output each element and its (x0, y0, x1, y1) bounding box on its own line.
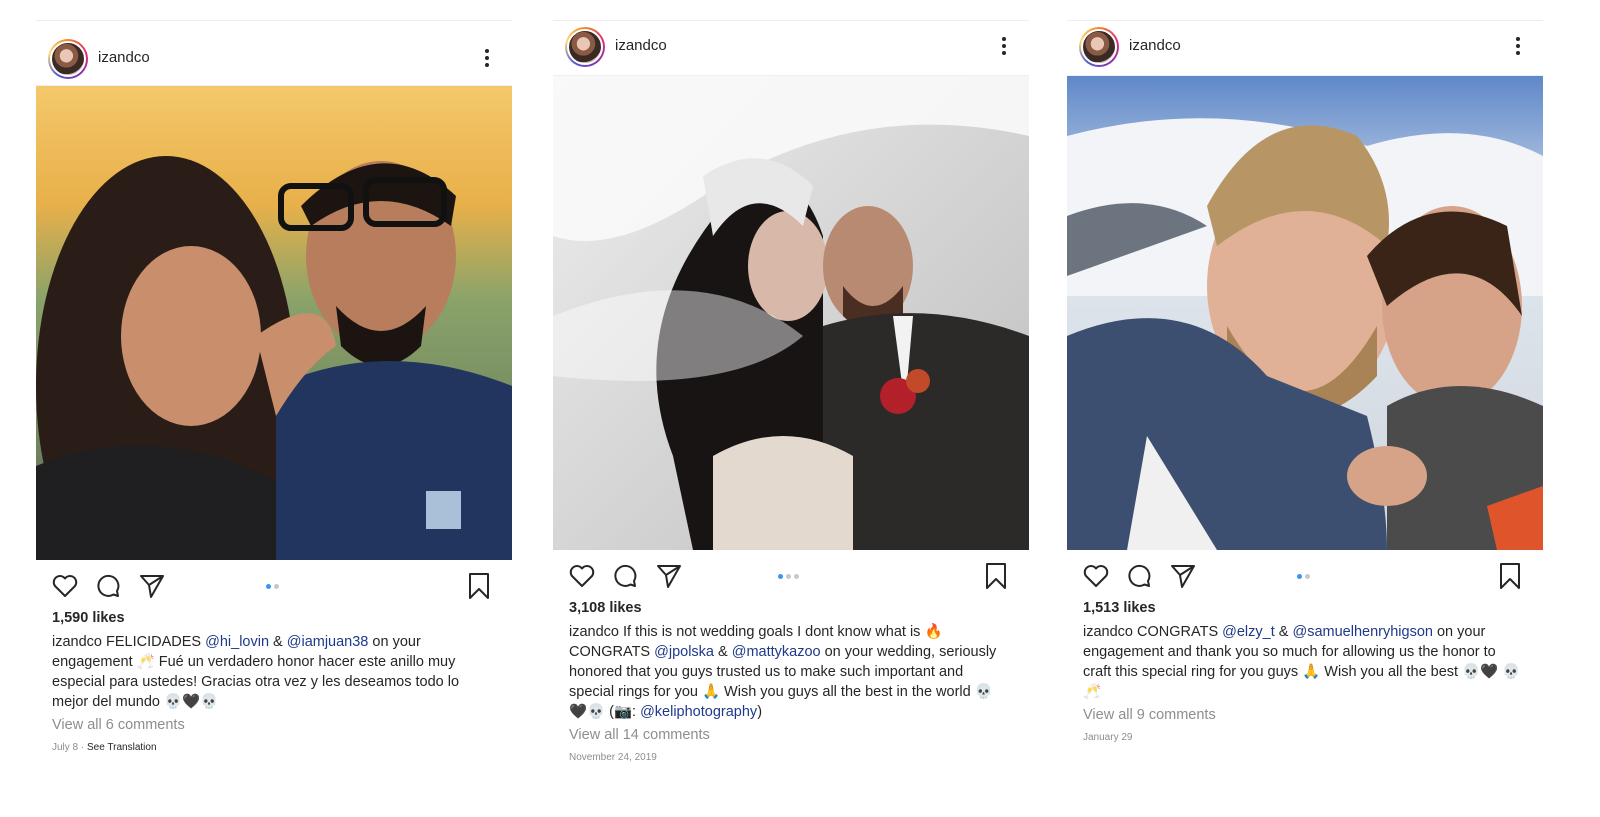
post-timestamp: November 24, 2019 (569, 752, 657, 763)
heart-icon[interactable] (1082, 562, 1110, 590)
post-header: izandco (553, 22, 1029, 76)
top-divider (1067, 20, 1543, 21)
carousel-indicator (778, 574, 799, 579)
top-divider (36, 20, 512, 21)
avatar-image (1081, 29, 1117, 65)
carousel-indicator (1297, 574, 1310, 579)
carousel-dot-active (1297, 574, 1302, 579)
likes-count[interactable]: 1,590 likes (52, 610, 125, 626)
more-options-icon[interactable] (1515, 37, 1521, 57)
caption-text: FELICIDADES (106, 634, 206, 650)
likes-count[interactable]: 1,513 likes (1083, 600, 1156, 616)
instagram-post-2: izandco 3,108 likes izandco If this is n… (553, 20, 1029, 770)
caption-username[interactable]: izandco (1083, 624, 1137, 640)
avatar-image (567, 29, 603, 65)
bookmark-icon[interactable] (1497, 562, 1523, 590)
post-username[interactable]: izandco (1129, 37, 1181, 54)
carousel-dot (794, 574, 799, 579)
carousel-dot (274, 584, 279, 589)
caption-username[interactable]: izandco (52, 634, 106, 650)
carousel-indicator (266, 584, 279, 589)
post-caption: izandco FELICIDADES @hi_lovin & @iamjuan… (52, 632, 492, 712)
timestamp-date: July 8 · (52, 742, 88, 753)
avatar[interactable] (48, 39, 88, 79)
post-actions (36, 572, 512, 604)
caption-mention-link[interactable]: @samuelhenryhigson (1292, 624, 1432, 640)
post-timestamp: January 29 (1083, 732, 1132, 743)
caption-text: CONGRATS (1137, 624, 1223, 640)
post-header: izandco (36, 32, 512, 86)
instagram-post-3: izandco 1,513 likes izandco CONGRATS @el… (1067, 20, 1543, 750)
post-actions (1067, 562, 1543, 594)
avatar[interactable] (565, 27, 605, 67)
carousel-dot (786, 574, 791, 579)
bookmark-icon[interactable] (466, 572, 492, 600)
more-options-icon[interactable] (1001, 37, 1007, 57)
caption-text: & (269, 634, 287, 650)
comment-bubble-icon[interactable] (611, 562, 639, 590)
avatar[interactable] (1079, 27, 1119, 67)
paper-plane-icon[interactable] (138, 572, 166, 600)
post-username[interactable]: izandco (98, 49, 150, 66)
caption-mention-link[interactable]: @iamjuan38 (287, 634, 369, 650)
post-timestamp: July 8 · See Translation (52, 742, 157, 753)
view-comments-link[interactable]: View all 6 comments (52, 717, 185, 733)
post-username[interactable]: izandco (615, 37, 667, 54)
timestamp-date: January 29 (1083, 732, 1133, 743)
caption-mention-link[interactable]: @elzy_t (1222, 624, 1275, 640)
view-comments-link[interactable]: View all 9 comments (1083, 707, 1216, 723)
caption-mention-link[interactable]: @keliphotography (640, 704, 757, 720)
carousel-dot-active (778, 574, 783, 579)
more-options-icon[interactable] (484, 49, 490, 69)
paper-plane-icon[interactable] (1169, 562, 1197, 590)
post-caption: izandco CONGRATS @elzy_t & @samuelhenryh… (1083, 622, 1523, 702)
view-comments-link[interactable]: View all 14 comments (569, 727, 710, 743)
carousel-dot (1305, 574, 1310, 579)
post-photo[interactable] (36, 86, 512, 560)
post-actions (553, 562, 1029, 594)
post-caption: izandco If this is not wedding goals I d… (569, 622, 1009, 722)
comment-bubble-icon[interactable] (1125, 562, 1153, 590)
see-translation-link[interactable]: See Translation (87, 742, 157, 753)
likes-count[interactable]: 3,108 likes (569, 600, 642, 616)
caption-text: & (1274, 624, 1293, 640)
caption-mention-link[interactable]: @hi_lovin (205, 634, 269, 650)
caption-mention-link[interactable]: @mattykazoo (732, 644, 821, 660)
caption-mention-link[interactable]: @jpolska (654, 644, 714, 660)
post-photo[interactable] (1067, 76, 1543, 550)
paper-plane-icon[interactable] (655, 562, 683, 590)
caption-text: & (713, 644, 732, 660)
post-photo[interactable] (553, 76, 1029, 550)
heart-icon[interactable] (568, 562, 596, 590)
carousel-dot-active (266, 584, 271, 589)
caption-text: ) (757, 704, 763, 720)
avatar-image (50, 41, 86, 77)
post-header: izandco (1067, 22, 1543, 76)
heart-icon[interactable] (51, 572, 79, 600)
instagram-post-1: izandco 1,590 likes izandco FELICIDADES … (36, 20, 512, 760)
caption-username[interactable]: izandco (569, 624, 623, 640)
timestamp-date: November 24, 2019 (569, 752, 657, 763)
comment-bubble-icon[interactable] (94, 572, 122, 600)
bookmark-icon[interactable] (983, 562, 1009, 590)
top-divider (553, 20, 1029, 21)
